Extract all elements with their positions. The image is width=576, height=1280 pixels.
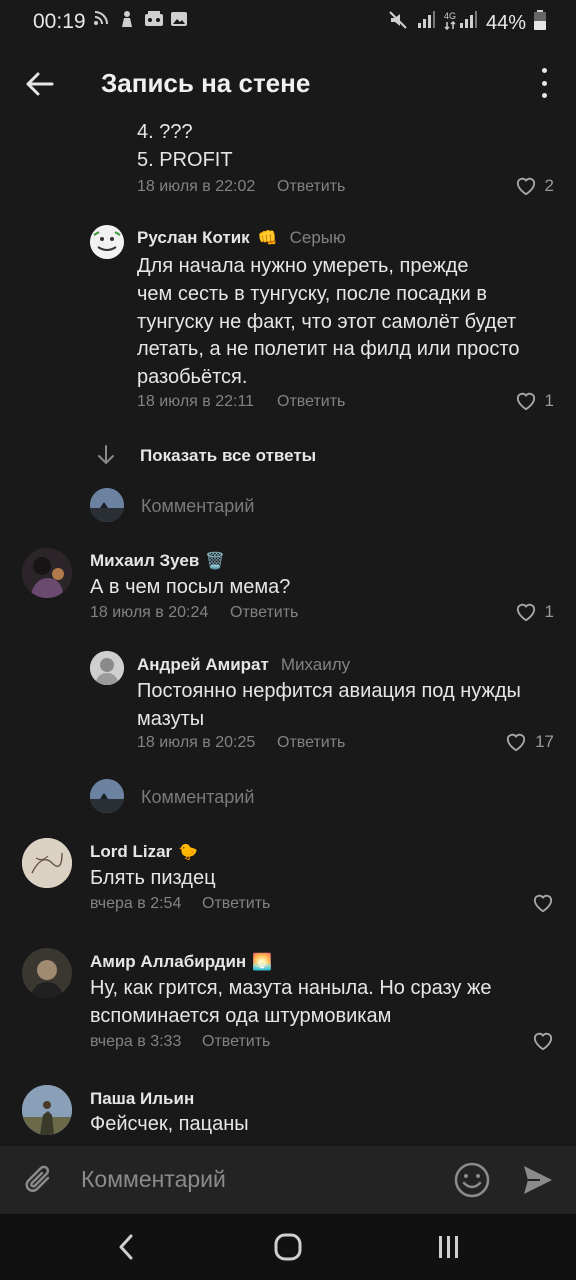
avatar[interactable] — [22, 948, 72, 998]
comment-text-line: разобьётся. — [137, 366, 248, 388]
author-name[interactable]: Паша Ильин — [90, 1089, 194, 1108]
nav-back-icon[interactable] — [116, 1233, 136, 1266]
game-notification-icon — [144, 10, 163, 28]
comment-text-line: чем сесть в тунгуску, после посадки в — [137, 283, 488, 305]
nav-recents-icon[interactable] — [437, 1234, 461, 1265]
comment-author-row: Михаил Зуев 🗑️ — [90, 551, 225, 571]
status-notification-icons — [92, 10, 188, 28]
avatar[interactable] — [22, 548, 72, 598]
battery-icon — [534, 10, 546, 36]
more-options-icon[interactable] — [538, 68, 550, 98]
author-name[interactable]: Михаил Зуев — [90, 551, 199, 571]
avatar[interactable] — [22, 838, 72, 888]
my-avatar — [90, 779, 124, 813]
comment-date: 18 июля в 20:24 — [90, 604, 209, 621]
comment-text: А в чем посыл мема? — [90, 576, 291, 598]
rss-icon — [92, 10, 110, 28]
heart-icon — [533, 1032, 553, 1051]
comment-text-line: Постоянно нерфится авиация под нужды — [137, 680, 521, 702]
comment-text-line: вспоминается ода штурмовикам — [90, 1005, 392, 1027]
heart-icon — [506, 733, 526, 752]
comment-text-line: тунгуску не факт, что этот самолёт будет — [137, 311, 517, 333]
comment-text: Фейсчек, пацаны — [90, 1113, 249, 1135]
reply-link[interactable]: Ответить — [230, 604, 298, 622]
signal-4g-icon: 4G — [444, 10, 478, 36]
comment-author-row: Lord Lizar 🐤 — [90, 842, 198, 862]
status-right-group: 4G 44% — [388, 10, 546, 36]
comment-author-row: Амир Аллабирдин 🌅 — [90, 952, 272, 972]
emoji-icon[interactable] — [453, 1161, 491, 1204]
comment-input[interactable]: Комментарий — [81, 1166, 226, 1193]
comment-author-row: Руслан Котик 👊 Серыю — [137, 228, 346, 248]
comment-date: вчера в 3:33 — [90, 1033, 182, 1050]
author-name[interactable]: Андрей Амират — [137, 655, 269, 675]
reply-link[interactable]: Ответить — [202, 1033, 270, 1051]
comment-input-bar: Комментарий — [0, 1146, 576, 1214]
comment-text-line: 5. PROFIT — [137, 149, 233, 171]
avatar[interactable] — [90, 225, 124, 259]
comment-date: 18 июля в 20:25 — [137, 734, 256, 751]
my-avatar — [90, 488, 124, 522]
reply-link[interactable]: Ответить — [202, 895, 270, 913]
reply-comment-field[interactable]: Комментарий — [141, 496, 254, 517]
show-all-replies-button[interactable]: Показать все ответы — [140, 446, 316, 466]
reply-link[interactable]: Ответить — [277, 393, 345, 411]
author-name[interactable]: Амир Аллабирдин — [90, 952, 246, 972]
heart-icon — [516, 603, 535, 622]
avatar[interactable] — [90, 651, 124, 685]
comment-text-line: Для начала нужно умереть, прежде — [137, 255, 469, 277]
comment-text-line: 4. ??? — [137, 121, 193, 143]
signal-icon — [416, 10, 436, 36]
comment-author-row: Андрей Амират Михаилу — [137, 655, 350, 675]
heart-icon — [533, 894, 553, 913]
author-badge-emoji: 🌅 — [252, 954, 273, 971]
battery-percent: 44% — [485, 11, 526, 34]
image-notification-icon — [170, 10, 188, 28]
author-badge-emoji: 🐤 — [178, 844, 199, 861]
send-icon[interactable] — [521, 1162, 555, 1203]
like-button[interactable]: 1 — [515, 391, 554, 411]
like-button[interactable] — [532, 893, 554, 913]
app-notification-icon — [118, 10, 136, 28]
arrow-down-icon — [95, 443, 117, 472]
heart-icon — [516, 392, 535, 411]
like-count: 2 — [544, 176, 554, 195]
nav-home-icon[interactable] — [274, 1233, 302, 1266]
like-count: 1 — [544, 391, 554, 410]
comment-date: 18 июля в 22:11 — [137, 393, 255, 410]
like-button[interactable]: 17 — [505, 732, 554, 752]
back-arrow-icon[interactable] — [22, 66, 58, 102]
system-navigation-bar — [0, 1214, 576, 1280]
reply-link[interactable]: Ответить — [277, 734, 345, 752]
author-badge-emoji: 👊 — [257, 230, 278, 247]
like-button[interactable] — [532, 1031, 554, 1051]
comment-text: Блять пиздец — [90, 867, 216, 889]
app-header: Запись на стене — [0, 44, 576, 122]
heart-icon — [516, 177, 535, 196]
author-badge-emoji: 🗑️ — [205, 553, 226, 570]
comment-text-line: мазуты — [137, 708, 205, 730]
reply-to-name[interactable]: Михаилу — [281, 655, 350, 675]
reply-link[interactable]: Ответить — [277, 178, 345, 196]
like-count: 1 — [544, 602, 554, 621]
reply-to-name[interactable]: Серыю — [290, 228, 346, 248]
author-name[interactable]: Руслан Котик — [137, 228, 250, 248]
comment-date: вчера в 2:54 — [90, 895, 182, 912]
author-name[interactable]: Lord Lizar — [90, 842, 172, 862]
like-button[interactable]: 2 — [515, 176, 554, 196]
page-title: Запись на стене — [101, 68, 311, 98]
reply-comment-field[interactable]: Комментарий — [141, 787, 254, 808]
like-button[interactable]: 1 — [515, 602, 554, 622]
status-time: 00:19 — [33, 10, 86, 33]
comment-text-line: летать, а не полетит на филд или просто — [137, 338, 520, 360]
avatar[interactable] — [22, 1085, 72, 1135]
comment-author-row: Паша Ильин — [90, 1089, 194, 1109]
like-count: 17 — [535, 732, 554, 751]
comment-text-line: Ну, как грится, мазута нанылa. Но сразу … — [90, 977, 492, 999]
status-bar: 00:19 4G 44% — [0, 0, 576, 44]
mute-icon — [388, 10, 408, 36]
attach-icon[interactable] — [22, 1162, 58, 1203]
comment-date: 18 июля в 22:02 — [137, 178, 256, 195]
svg-text:4G: 4G — [444, 11, 456, 21]
